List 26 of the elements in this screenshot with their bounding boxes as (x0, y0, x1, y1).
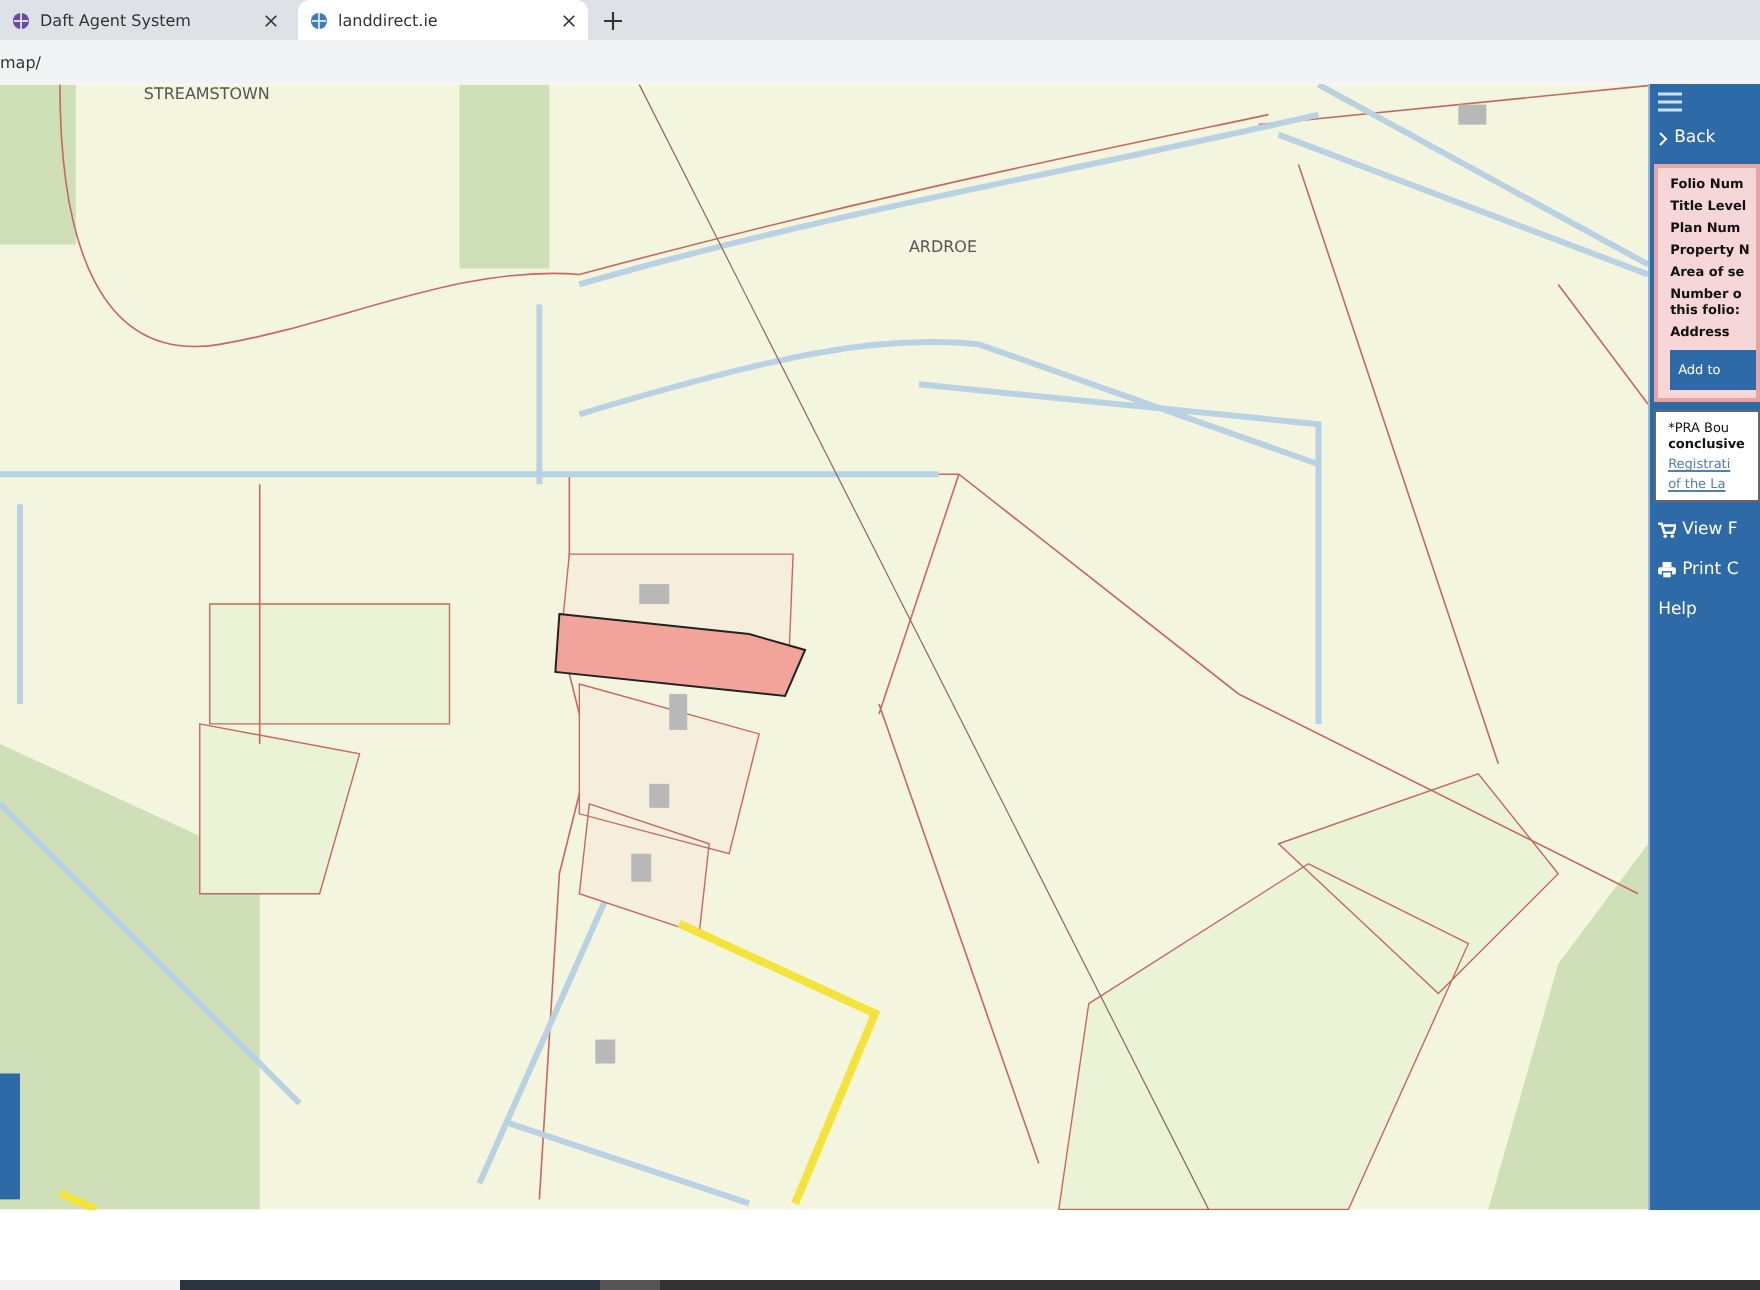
menu-icon[interactable] (1658, 92, 1683, 112)
printer-icon (1658, 562, 1677, 578)
globe-icon (310, 11, 328, 29)
menu-item[interactable]: Print C (1650, 550, 1760, 590)
url-text[interactable]: map/ (0, 53, 41, 71)
place-label: ARDROE (908, 238, 978, 257)
building-footprint (595, 1039, 616, 1064)
building-footprint (1458, 104, 1487, 125)
building-footprint (639, 584, 670, 605)
building-footprint (649, 783, 670, 808)
browser-tab[interactable]: Daft Agent System (0, 0, 290, 40)
place-label: STREAMSTOWN (143, 84, 270, 103)
back-link[interactable]: Back (1650, 128, 1760, 164)
building-footprint (669, 693, 688, 730)
chevron-icon (1658, 131, 1669, 145)
parcel-highlight[interactable] (554, 612, 807, 697)
menu-item[interactable]: Help (1650, 590, 1760, 630)
globe-icon (12, 11, 30, 29)
new-tab-icon[interactable] (604, 12, 622, 30)
building-footprint (631, 853, 652, 882)
map-drawing[interactable]: STREAMSTOWN ARDROE (0, 84, 1649, 1210)
cart-icon (1658, 522, 1677, 538)
menu-item[interactable]: View F (1650, 510, 1760, 550)
browser-tab[interactable]: landdirect.ie (298, 0, 588, 40)
close-icon[interactable] (562, 13, 576, 27)
close-icon[interactable] (264, 13, 278, 27)
